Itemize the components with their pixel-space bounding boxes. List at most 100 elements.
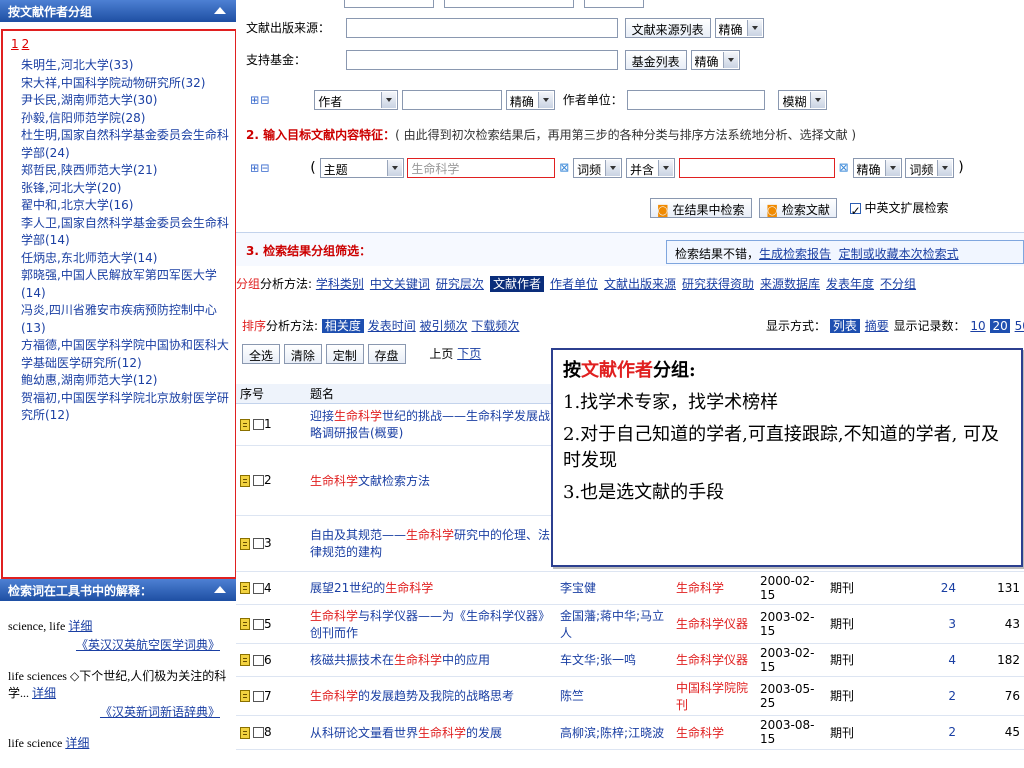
save-button[interactable]: 存盘 (367, 344, 406, 364)
count-20-button[interactable]: 20 (990, 319, 1010, 333)
title-cell[interactable]: 从科研论文量看世界生命科学的发展 (306, 715, 556, 750)
citation-cell[interactable]: 2 (896, 676, 960, 716)
tool-entry-source-link[interactable]: 《英汉汉英航空医学词典》 (76, 638, 220, 652)
custom-button[interactable]: 定制 (325, 344, 364, 364)
add-remove-icon[interactable]: ⊞⊟ (250, 162, 270, 175)
citation-cell[interactable]: 24 (896, 571, 960, 605)
thesaurus-icon[interactable]: ⊠ (559, 161, 569, 175)
row-checkbox[interactable] (253, 618, 264, 630)
author-link[interactable]: 李人卫,国家自然科学基金委员会生命科学部(14) (21, 216, 229, 248)
author-unit-input[interactable] (626, 90, 765, 110)
author-link[interactable]: 郭晓强,中国人民解放军第四军医大学(14) (21, 268, 217, 300)
source-cell[interactable]: 生命科学 (672, 715, 756, 750)
title-cell[interactable]: 自由及其规范——生命科学研究中的伦理、法律规范的建构 (306, 515, 556, 572)
sort-by-download-link[interactable]: 下载频次 (471, 319, 519, 333)
tool-entry-detail-link[interactable]: 详细 (68, 619, 92, 633)
row-checkbox[interactable] (253, 654, 264, 666)
fund-match-select[interactable]: 精确 (690, 50, 740, 70)
author-link[interactable]: 尹长民,湖南师范大学(30) (21, 93, 157, 107)
collapse-icon[interactable] (214, 586, 226, 593)
author-cell[interactable]: 陈竺 (556, 676, 672, 716)
author-cell[interactable]: 金国藩;蒋中华;马立人 (556, 604, 672, 644)
group-method-link[interactable]: 来源数据库 (760, 277, 820, 291)
source-cell[interactable]: 生命科学仪器 (672, 643, 756, 677)
citation-cell[interactable]: 4 (896, 643, 960, 677)
clipped-input[interactable] (443, 0, 574, 8)
author-cell[interactable]: 车文华;张一鸣 (556, 643, 672, 677)
subject-input-2[interactable] (678, 158, 835, 178)
subject-field-select[interactable]: 主题 (319, 158, 404, 178)
author-cell[interactable]: 李宝健 (556, 571, 672, 605)
group-method-link[interactable]: 发表年度 (826, 277, 874, 291)
clear-button[interactable]: 清除 (283, 344, 322, 364)
author-link[interactable]: 孙毅,信阳师范学院(28) (21, 111, 145, 125)
group-method-link[interactable]: 作者单位 (550, 277, 598, 291)
source-cell[interactable]: 生命科学 (672, 571, 756, 605)
count-10-link[interactable]: 10 (970, 319, 985, 333)
group-method-link[interactable]: 文献出版来源 (604, 277, 676, 291)
document-icon[interactable] (240, 474, 250, 487)
generate-report-link[interactable]: 生成检索报告 (759, 247, 831, 261)
thesaurus-icon[interactable]: ⊠ (839, 161, 849, 175)
author-page-2[interactable]: 2 (22, 37, 30, 51)
subject-freq-select[interactable]: 词频 (573, 158, 623, 178)
title-cell[interactable]: 迎接生命科学世纪的挑战——生命科学发展战略调研报告(概要) (306, 403, 556, 446)
fund-list-button[interactable]: 基金列表 (624, 50, 687, 70)
author-cell[interactable]: 高柳滨;陈梓;江晓波 (556, 715, 672, 750)
count-50-link[interactable]: 50 (1015, 319, 1024, 333)
title-cell[interactable]: 核磁共振技术在生命科学中的应用 (306, 643, 556, 677)
author-link[interactable]: 任炳忠,东北师范大学(14) (21, 251, 157, 265)
author-link[interactable]: 宋大祥,中国科学院动物研究所(32) (21, 76, 205, 90)
group-method-link[interactable]: 中文关键词 (370, 277, 430, 291)
title-cell[interactable]: 生命科学文献检索方法 (306, 445, 556, 516)
clipped-input[interactable] (583, 0, 644, 8)
collapse-icon[interactable] (214, 7, 226, 14)
source-match-select[interactable]: 精确 (714, 18, 764, 38)
author-match-select[interactable]: 精确 (505, 90, 555, 110)
source-cell[interactable]: 生命科学仪器 (672, 604, 756, 644)
document-icon[interactable] (240, 654, 250, 666)
title-cell[interactable]: 生命科学与科学仪器——为《生命科学仪器》创刊而作 (306, 604, 556, 644)
author-link[interactable]: 杜生明,国家自然科学基金委员会生命科学部(24) (21, 128, 229, 160)
author-link[interactable]: 郑哲民,陕西师范大学(21) (21, 163, 157, 177)
source-input[interactable] (345, 18, 618, 38)
save-query-link[interactable]: 定制或收藏本次检索式 (839, 247, 959, 261)
author-input[interactable] (402, 90, 503, 110)
search-documents-button[interactable]: ◙ 检索文献 (759, 198, 837, 218)
next-page-link[interactable]: 下页 (457, 347, 481, 361)
citation-cell[interactable]: 2 (896, 715, 960, 750)
display-abstract-link[interactable]: 摘要 (865, 319, 889, 333)
row-checkbox[interactable] (253, 419, 264, 430)
author-group-panel-header[interactable]: 按文献作者分组 (0, 0, 236, 22)
group-method-link[interactable]: 研究获得资助 (682, 277, 754, 291)
tool-entry-source-link[interactable]: 《汉英新词新语辞典》 (100, 705, 220, 719)
document-icon[interactable] (240, 690, 250, 702)
subject2-freq-select[interactable]: 词频 (905, 158, 955, 178)
tool-entry-detail-link[interactable]: 详细 (65, 736, 89, 750)
document-icon[interactable] (240, 537, 250, 550)
author-link[interactable]: 张锋,河北大学(20) (21, 181, 121, 195)
author-link[interactable]: 朱明生,河北大学(33) (21, 58, 133, 72)
row-checkbox[interactable] (253, 727, 264, 738)
group-method-link[interactable]: 学科类别 (316, 277, 364, 291)
author-link[interactable]: 贺福初,中国医学科学院北京放射医学研究所(12) (21, 391, 229, 423)
clipped-input[interactable] (344, 0, 434, 8)
author-link[interactable]: 翟中和,北京大学(16) (21, 198, 133, 212)
tool-entry-detail-link[interactable]: 详细 (32, 686, 56, 700)
document-icon[interactable] (240, 618, 250, 630)
document-icon[interactable] (240, 418, 250, 431)
subject2-match-select[interactable]: 精确 (852, 158, 902, 178)
search-in-results-button[interactable]: ◙ 在结果中检索 (650, 198, 752, 218)
group-method-link[interactable]: 文献作者 (489, 276, 544, 292)
bool-op-select[interactable]: 并含 (625, 158, 675, 178)
fund-input[interactable] (345, 50, 618, 70)
author-field-select[interactable]: 作者 (314, 90, 399, 110)
sort-by-time-link[interactable]: 发表时间 (368, 319, 416, 333)
source-cell[interactable]: 中国科学院院刊 (672, 676, 756, 716)
row-checkbox[interactable] (253, 690, 264, 702)
group-method-link[interactable]: 研究层次 (436, 277, 484, 291)
subject-input[interactable]: 生命科学 (407, 158, 556, 178)
display-list-button[interactable]: 列表 (829, 319, 860, 333)
author-page-1[interactable]: 1 (11, 37, 19, 51)
title-cell[interactable]: 展望21世纪的生命科学 (306, 571, 556, 605)
